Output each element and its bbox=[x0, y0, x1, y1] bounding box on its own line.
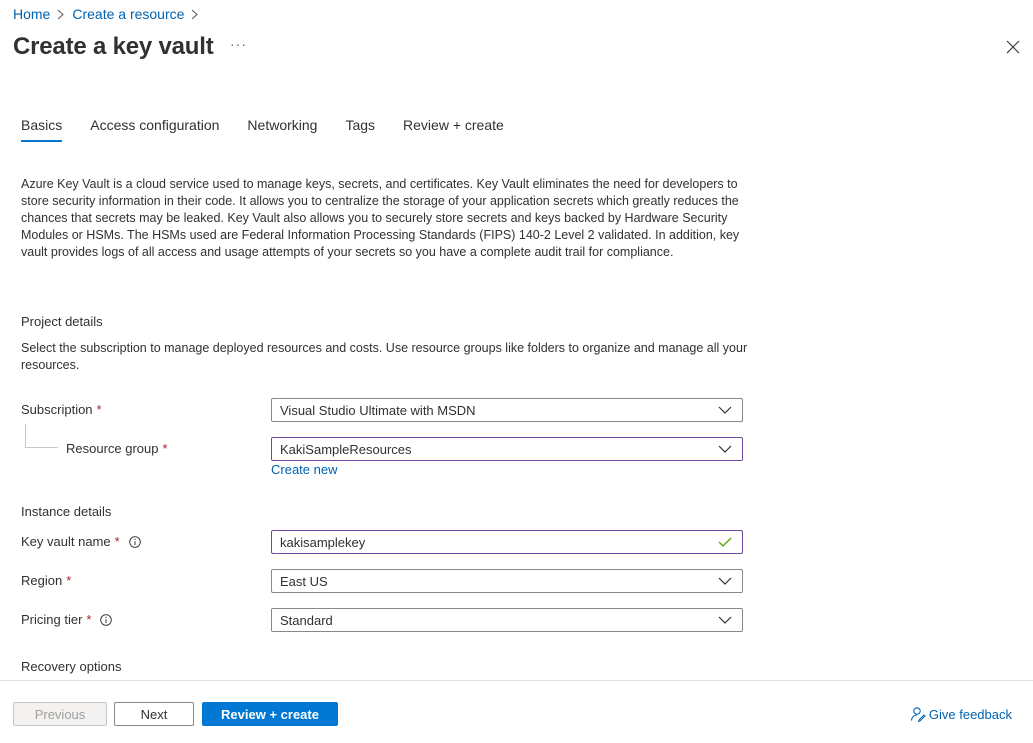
resource-group-dropdown[interactable]: KakiSampleResources bbox=[271, 437, 743, 461]
chevron-down-icon bbox=[718, 577, 732, 585]
review-create-button[interactable]: Review + create bbox=[202, 702, 338, 726]
footer-bar: Previous Next Review + create Give feedb… bbox=[0, 680, 1033, 743]
resource-group-label: Resource group * bbox=[66, 441, 168, 456]
breadcrumb-home[interactable]: Home bbox=[13, 6, 50, 22]
chevron-right-icon bbox=[186, 7, 204, 21]
info-icon[interactable] bbox=[128, 535, 141, 548]
recovery-options-heading: Recovery options bbox=[21, 659, 122, 674]
region-label: Region * bbox=[21, 573, 71, 588]
subscription-dropdown[interactable]: Visual Studio Ultimate with MSDN bbox=[271, 398, 743, 422]
create-new-resource-group-link[interactable]: Create new bbox=[271, 462, 337, 477]
required-marker: * bbox=[66, 573, 72, 588]
tab-tags[interactable]: Tags bbox=[345, 117, 375, 140]
give-feedback-label: Give feedback bbox=[928, 706, 1012, 722]
tab-networking[interactable]: Networking bbox=[247, 117, 317, 140]
intro-description: Azure Key Vault is a cloud service used … bbox=[21, 177, 740, 259]
required-marker: * bbox=[96, 402, 102, 417]
subscription-label: Subscription * bbox=[21, 402, 102, 417]
key-vault-name-value: kakisamplekey bbox=[280, 534, 366, 550]
resource-group-label-text: Resource group bbox=[66, 441, 159, 456]
project-details-description: Select the subscription to manage deploy… bbox=[21, 341, 748, 372]
chevron-down-icon bbox=[718, 445, 732, 453]
tab-review-create[interactable]: Review + create bbox=[403, 117, 504, 140]
chevron-down-icon bbox=[718, 406, 732, 414]
tab-basics[interactable]: Basics bbox=[21, 117, 63, 142]
subscription-label-text: Subscription bbox=[21, 402, 93, 417]
tree-connector bbox=[25, 447, 58, 448]
give-feedback-link[interactable]: Give feedback bbox=[910, 706, 1012, 722]
key-vault-name-label-text: Key vault name bbox=[21, 534, 111, 549]
instance-details-heading: Instance details bbox=[21, 504, 112, 519]
breadcrumb: Home Create a resource bbox=[13, 6, 206, 22]
key-vault-name-label: Key vault name * bbox=[21, 534, 141, 549]
region-dropdown[interactable]: East US bbox=[271, 569, 743, 593]
key-vault-name-input[interactable]: kakisamplekey bbox=[271, 530, 743, 554]
tree-connector bbox=[25, 424, 26, 447]
tab-bar: Basics Access configuration Networking T… bbox=[21, 117, 532, 142]
info-icon[interactable] bbox=[100, 613, 113, 626]
project-details-heading: Project details bbox=[21, 314, 103, 329]
required-marker: * bbox=[86, 612, 92, 627]
pricing-tier-value: Standard bbox=[280, 612, 333, 628]
checkmark-icon bbox=[718, 537, 732, 547]
pricing-tier-label: Pricing tier * bbox=[21, 612, 113, 627]
more-options-icon[interactable]: ··· bbox=[230, 36, 247, 52]
required-marker: * bbox=[114, 534, 120, 549]
required-marker: * bbox=[162, 441, 168, 456]
pricing-tier-label-text: Pricing tier bbox=[21, 612, 83, 627]
previous-button[interactable]: Previous bbox=[13, 702, 107, 726]
feedback-icon bbox=[910, 707, 926, 722]
chevron-down-icon bbox=[718, 616, 732, 624]
page-title: Create a key vault bbox=[13, 33, 214, 60]
resource-group-value: KakiSampleResources bbox=[280, 441, 412, 457]
next-button[interactable]: Next bbox=[114, 702, 194, 726]
chevron-right-icon bbox=[52, 7, 70, 21]
breadcrumb-create-resource[interactable]: Create a resource bbox=[72, 6, 184, 22]
tab-access-configuration[interactable]: Access configuration bbox=[90, 117, 219, 140]
close-icon[interactable] bbox=[1006, 40, 1020, 54]
pricing-tier-dropdown[interactable]: Standard bbox=[271, 608, 743, 632]
subscription-value: Visual Studio Ultimate with MSDN bbox=[280, 402, 476, 418]
region-value: East US bbox=[280, 573, 328, 589]
region-label-text: Region bbox=[21, 573, 63, 588]
